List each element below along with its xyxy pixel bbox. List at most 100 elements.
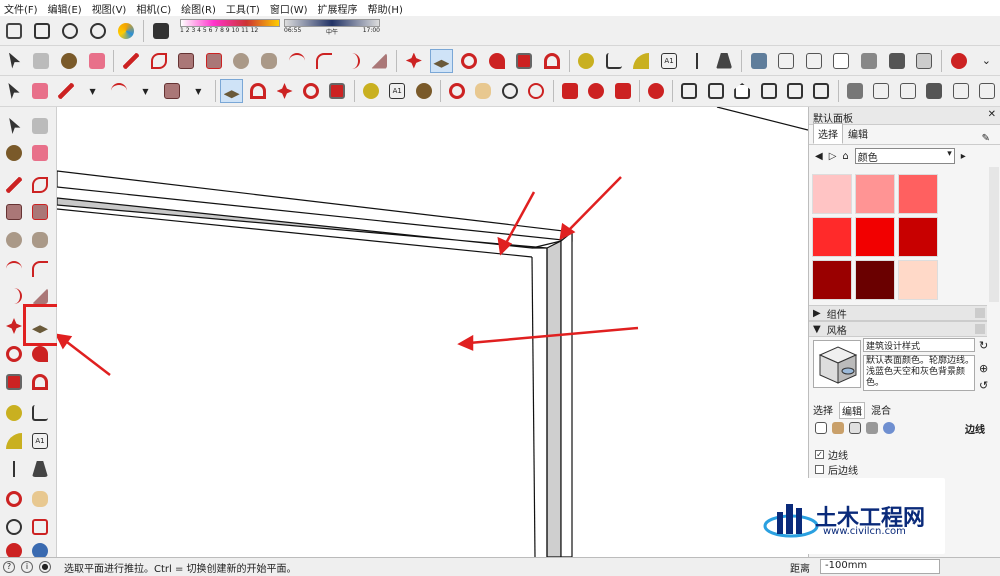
forward-arrow-icon[interactable]: ▷ [829,151,837,162]
section-display-button[interactable] [870,79,892,103]
tab-style-select[interactable]: 选择 [813,402,833,419]
text-button-2[interactable]: A1 [386,79,408,103]
tray-pin-icon[interactable]: ✕ [988,109,996,120]
tab-materials-select[interactable]: 选择 [813,123,843,144]
select-button-2[interactable] [2,79,24,103]
menu-help[interactable]: 帮助(H) [368,1,403,16]
style-shaded-textures-button[interactable] [885,49,909,73]
style-name-field[interactable]: 建筑设计样式 [863,338,975,352]
scenes-button[interactable] [976,79,998,103]
zoom-tool[interactable] [3,516,25,538]
warehouse-button[interactable] [114,19,138,43]
paint-bucket-button[interactable] [57,49,81,73]
edges-checkbox[interactable]: ✓ [815,450,824,459]
scale-button-2[interactable] [326,79,348,103]
menu-edit[interactable]: 编辑(E) [48,1,82,16]
move-button-2[interactable] [273,79,295,103]
protractor-tool[interactable] [3,430,25,452]
material-swatch[interactable] [855,217,895,257]
offset-tool[interactable] [29,371,51,393]
text-tool[interactable]: A1 [29,430,51,452]
select-button[interactable] [2,49,26,73]
back-edges-checkbox[interactable] [815,465,824,474]
tab-materials-edit[interactable]: 编辑 [843,123,873,144]
back-arrow-icon[interactable]: ◀ [815,151,823,162]
arc-3-button[interactable] [340,49,364,73]
select-tool[interactable] [3,115,25,137]
refresh-icon[interactable]: ↺ [979,379,988,392]
material-swatch[interactable] [855,174,895,214]
zoom-window-tool[interactable] [29,516,51,538]
push-pull-button-2[interactable] [220,79,243,103]
view-left-button[interactable] [810,79,832,103]
arc-button-2[interactable] [108,79,130,103]
paint-bucket-button-2[interactable] [412,79,434,103]
shadow-date-slider[interactable]: 1 2 3 4 5 6 7 8 9 10 11 12 [180,19,280,41]
user-icon[interactable]: ● [39,561,51,573]
edge-settings-icon[interactable] [815,422,827,434]
details-arrow-icon[interactable]: ▸ [961,151,966,162]
move-tool[interactable] [3,315,25,337]
dimension-button[interactable] [602,49,626,73]
follow-me-tool[interactable] [29,343,51,365]
section-fill-button[interactable] [923,79,945,103]
eraser-tool[interactable] [29,142,51,164]
close-icon[interactable] [975,308,985,318]
rotate-button-2[interactable] [300,79,322,103]
tab-style-edit[interactable]: 编辑 [839,402,865,419]
component-tool[interactable] [29,115,51,137]
axes-tool[interactable] [3,458,25,480]
material-swatch[interactable] [812,260,852,300]
background-settings-icon[interactable] [849,422,861,434]
3d-text-button[interactable] [712,49,736,73]
close-icon[interactable] [975,324,985,334]
upload-button[interactable] [58,19,82,43]
style-hidden-line-button[interactable] [830,49,854,73]
scale-button[interactable] [512,49,536,73]
material-swatch[interactable] [855,260,895,300]
classifier-button[interactable] [30,19,54,43]
material-swatch[interactable] [898,217,938,257]
eyedropper-icon[interactable]: ✎ [982,133,990,144]
extension-warehouse-button[interactable] [585,79,607,103]
eraser-button[interactable] [85,49,109,73]
toolbar-overflow-button[interactable]: ⌄ [975,49,999,73]
shadows-toggle-button[interactable] [149,19,173,43]
rectangle-button[interactable] [174,49,198,73]
zoom-extents-button[interactable] [525,79,547,103]
create-style-icon[interactable]: ⊕ [979,362,988,375]
menu-file[interactable]: 文件(F) [4,1,38,16]
menu-window[interactable]: 窗口(W) [270,1,308,16]
view-right-button[interactable] [757,79,779,103]
ruby-console-button[interactable] [645,79,667,103]
view-back-button[interactable] [784,79,806,103]
scale-tool[interactable] [3,371,25,393]
arc-button[interactable] [285,49,309,73]
text-button[interactable]: A1 [657,49,681,73]
update-style-icon[interactable]: ↻ [979,339,988,352]
tape-measure-tool[interactable] [3,402,25,424]
arc-tool[interactable] [3,258,25,280]
material-swatch[interactable] [898,260,938,300]
zoom-button[interactable] [499,79,521,103]
tape-measure-button[interactable] [575,49,599,73]
section-cut-button[interactable] [896,79,918,103]
material-swatch[interactable] [812,174,852,214]
rotate-button[interactable] [457,49,481,73]
pie-button[interactable] [368,49,392,73]
components-section-header[interactable]: ▶ 组件 [809,305,987,321]
menu-camera[interactable]: 相机(C) [136,1,171,16]
warehouse-button-2[interactable] [558,79,580,103]
geo-location-icon[interactable]: ? [3,561,15,573]
freehand-button[interactable] [147,49,171,73]
pan-button[interactable] [472,79,494,103]
make-component-button[interactable] [30,49,54,73]
tray-scrollbar[interactable] [989,167,999,302]
menu-view[interactable]: 视图(V) [92,1,127,16]
circle-button[interactable] [230,49,254,73]
material-swatch[interactable] [898,174,938,214]
link-button[interactable] [86,19,110,43]
send-to-layout-button[interactable] [611,79,633,103]
paint-tool[interactable] [3,142,25,164]
style-description-field[interactable]: 默认表面颜色。轮廓边线。浅蓝色天空和灰色背景颜色。 [863,355,975,391]
